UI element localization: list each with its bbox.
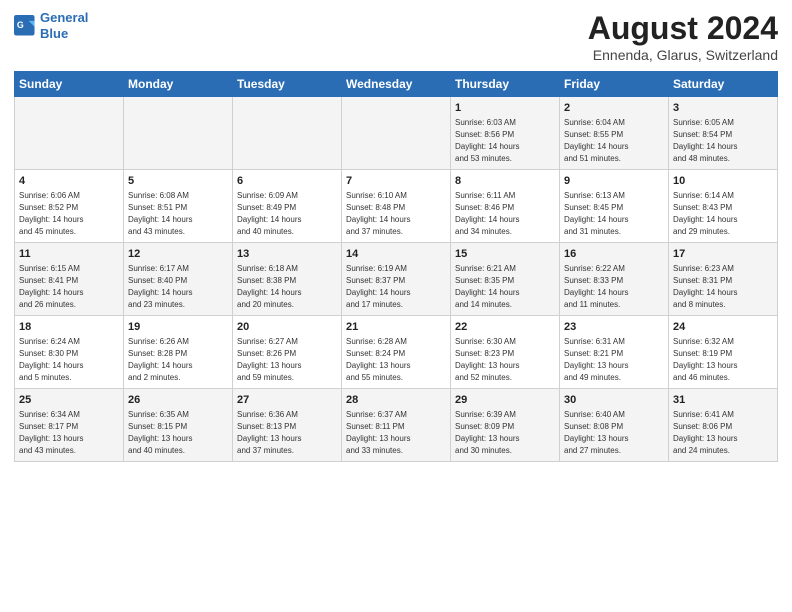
calendar-cell: 11Sunrise: 6:15 AMSunset: 8:41 PMDayligh…	[15, 242, 124, 315]
calendar-cell: 17Sunrise: 6:23 AMSunset: 8:31 PMDayligh…	[669, 242, 778, 315]
calendar-cell: 23Sunrise: 6:31 AMSunset: 8:21 PMDayligh…	[560, 315, 669, 388]
calendar-cell: 31Sunrise: 6:41 AMSunset: 8:06 PMDayligh…	[669, 388, 778, 461]
calendar-cell: 4Sunrise: 6:06 AMSunset: 8:52 PMDaylight…	[15, 169, 124, 242]
calendar-cell	[233, 97, 342, 170]
col-sunday: Sunday	[15, 72, 124, 97]
calendar-week-4: 18Sunrise: 6:24 AMSunset: 8:30 PMDayligh…	[15, 315, 778, 388]
page: G General Blue August 2024 Ennenda, Glar…	[0, 0, 792, 612]
sub-title: Ennenda, Glarus, Switzerland	[588, 47, 778, 63]
calendar-cell: 6Sunrise: 6:09 AMSunset: 8:49 PMDaylight…	[233, 169, 342, 242]
col-thursday: Thursday	[451, 72, 560, 97]
logo-text-line2: Blue	[40, 26, 88, 42]
col-saturday: Saturday	[669, 72, 778, 97]
calendar-table: Sunday Monday Tuesday Wednesday Thursday…	[14, 71, 778, 462]
header-row: Sunday Monday Tuesday Wednesday Thursday…	[15, 72, 778, 97]
calendar-cell	[342, 97, 451, 170]
calendar-cell: 5Sunrise: 6:08 AMSunset: 8:51 PMDaylight…	[124, 169, 233, 242]
calendar-week-3: 11Sunrise: 6:15 AMSunset: 8:41 PMDayligh…	[15, 242, 778, 315]
calendar-cell: 8Sunrise: 6:11 AMSunset: 8:46 PMDaylight…	[451, 169, 560, 242]
calendar-cell: 26Sunrise: 6:35 AMSunset: 8:15 PMDayligh…	[124, 388, 233, 461]
calendar-cell: 18Sunrise: 6:24 AMSunset: 8:30 PMDayligh…	[15, 315, 124, 388]
svg-text:G: G	[17, 20, 24, 30]
header: G General Blue August 2024 Ennenda, Glar…	[14, 10, 778, 63]
calendar-cell: 13Sunrise: 6:18 AMSunset: 8:38 PMDayligh…	[233, 242, 342, 315]
calendar-cell: 20Sunrise: 6:27 AMSunset: 8:26 PMDayligh…	[233, 315, 342, 388]
calendar-cell: 14Sunrise: 6:19 AMSunset: 8:37 PMDayligh…	[342, 242, 451, 315]
calendar-cell: 9Sunrise: 6:13 AMSunset: 8:45 PMDaylight…	[560, 169, 669, 242]
calendar-cell: 1Sunrise: 6:03 AMSunset: 8:56 PMDaylight…	[451, 97, 560, 170]
calendar-cell: 30Sunrise: 6:40 AMSunset: 8:08 PMDayligh…	[560, 388, 669, 461]
calendar-cell: 15Sunrise: 6:21 AMSunset: 8:35 PMDayligh…	[451, 242, 560, 315]
main-title: August 2024	[588, 10, 778, 47]
calendar-week-1: 1Sunrise: 6:03 AMSunset: 8:56 PMDaylight…	[15, 97, 778, 170]
calendar-cell: 27Sunrise: 6:36 AMSunset: 8:13 PMDayligh…	[233, 388, 342, 461]
calendar-cell: 10Sunrise: 6:14 AMSunset: 8:43 PMDayligh…	[669, 169, 778, 242]
calendar-cell: 21Sunrise: 6:28 AMSunset: 8:24 PMDayligh…	[342, 315, 451, 388]
calendar-cell	[15, 97, 124, 170]
calendar-cell	[124, 97, 233, 170]
calendar-cell: 28Sunrise: 6:37 AMSunset: 8:11 PMDayligh…	[342, 388, 451, 461]
col-wednesday: Wednesday	[342, 72, 451, 97]
logo-icon: G	[14, 15, 36, 37]
col-tuesday: Tuesday	[233, 72, 342, 97]
calendar-header: Sunday Monday Tuesday Wednesday Thursday…	[15, 72, 778, 97]
title-block: August 2024 Ennenda, Glarus, Switzerland	[588, 10, 778, 63]
calendar-cell: 12Sunrise: 6:17 AMSunset: 8:40 PMDayligh…	[124, 242, 233, 315]
calendar-cell: 29Sunrise: 6:39 AMSunset: 8:09 PMDayligh…	[451, 388, 560, 461]
logo-text-line1: General	[40, 10, 88, 26]
calendar-week-2: 4Sunrise: 6:06 AMSunset: 8:52 PMDaylight…	[15, 169, 778, 242]
calendar-cell: 24Sunrise: 6:32 AMSunset: 8:19 PMDayligh…	[669, 315, 778, 388]
calendar-body: 1Sunrise: 6:03 AMSunset: 8:56 PMDaylight…	[15, 97, 778, 462]
calendar-cell: 16Sunrise: 6:22 AMSunset: 8:33 PMDayligh…	[560, 242, 669, 315]
calendar-cell: 25Sunrise: 6:34 AMSunset: 8:17 PMDayligh…	[15, 388, 124, 461]
calendar-week-5: 25Sunrise: 6:34 AMSunset: 8:17 PMDayligh…	[15, 388, 778, 461]
calendar-cell: 3Sunrise: 6:05 AMSunset: 8:54 PMDaylight…	[669, 97, 778, 170]
calendar-cell: 19Sunrise: 6:26 AMSunset: 8:28 PMDayligh…	[124, 315, 233, 388]
calendar-cell: 2Sunrise: 6:04 AMSunset: 8:55 PMDaylight…	[560, 97, 669, 170]
calendar-cell: 22Sunrise: 6:30 AMSunset: 8:23 PMDayligh…	[451, 315, 560, 388]
col-friday: Friday	[560, 72, 669, 97]
calendar-cell: 7Sunrise: 6:10 AMSunset: 8:48 PMDaylight…	[342, 169, 451, 242]
logo: G General Blue	[14, 10, 88, 41]
col-monday: Monday	[124, 72, 233, 97]
